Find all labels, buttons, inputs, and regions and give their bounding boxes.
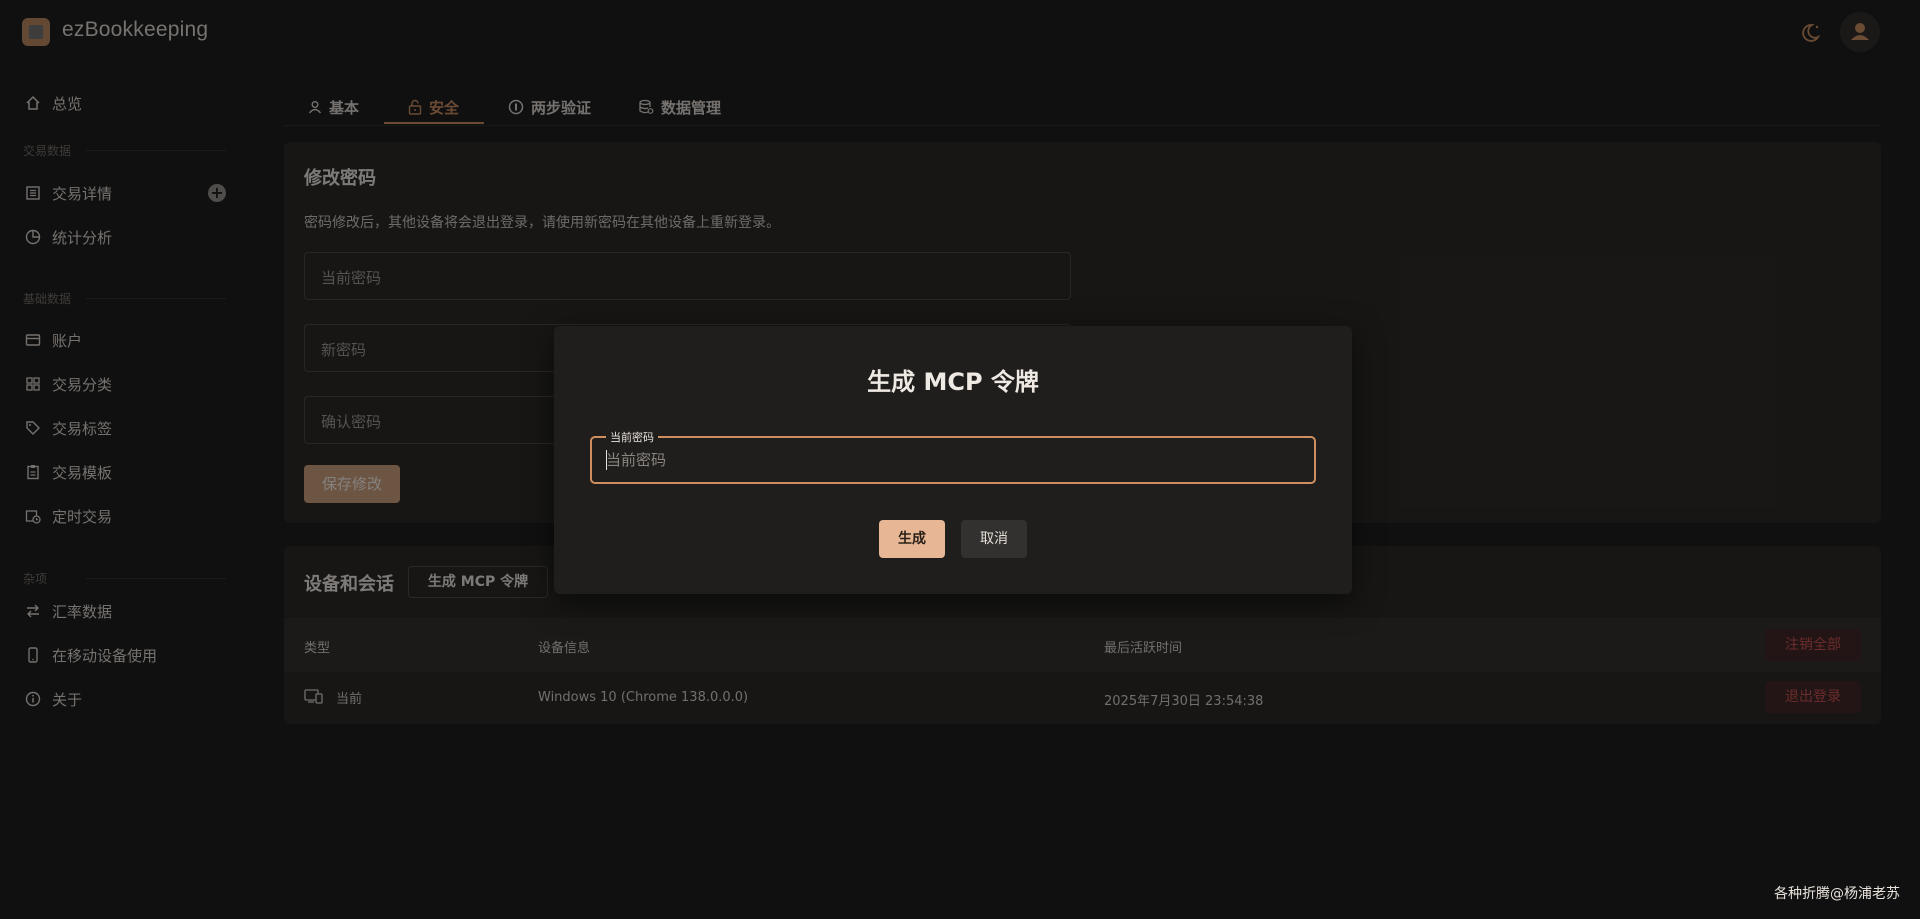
text-caret bbox=[606, 450, 607, 470]
generate-mcp-token-dialog: 生成 MCP 令牌 当前密码 生成 取消 bbox=[554, 326, 1352, 594]
generate-button[interactable]: 生成 bbox=[879, 520, 945, 558]
dialog-title: 生成 MCP 令牌 bbox=[867, 368, 1039, 396]
current-password-input[interactable] bbox=[604, 438, 1304, 482]
cancel-button[interactable]: 取消 bbox=[961, 520, 1027, 558]
current-password-input-container: 当前密码 bbox=[590, 429, 1316, 484]
watermark: 各种折腾@杨浦老苏 bbox=[1774, 886, 1900, 902]
